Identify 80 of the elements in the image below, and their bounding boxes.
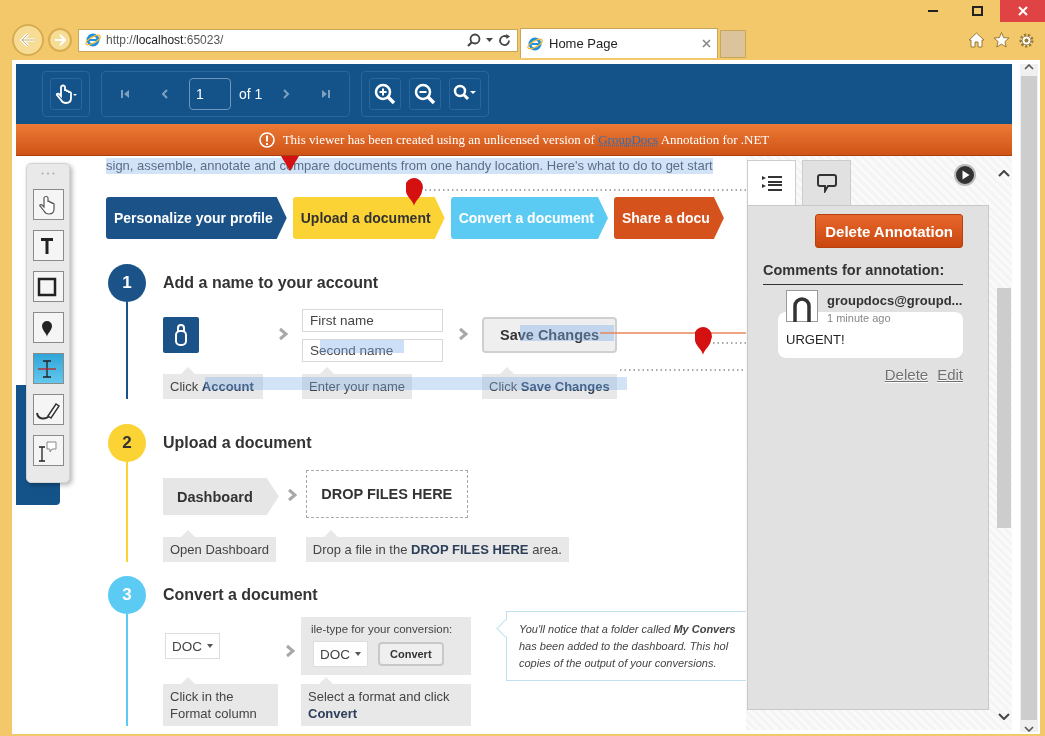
maximize-icon bbox=[972, 6, 983, 16]
step-number: 2 bbox=[108, 424, 146, 462]
point-tool-button[interactable] bbox=[32, 312, 64, 343]
pin-icon bbox=[695, 327, 712, 355]
section-title: Upload a document bbox=[163, 433, 313, 453]
caret-icon bbox=[486, 38, 493, 42]
note-text: You'll notice that a folder called My Convers has been added to the dashboard. This hol copies of the output of your conversions. bbox=[519, 622, 737, 671]
chevron-right-icon bbox=[277, 327, 288, 341]
settings-icon[interactable] bbox=[1018, 31, 1035, 49]
comment-author: groupdocs@groupd... bbox=[827, 293, 963, 308]
text-select-tool-button[interactable] bbox=[32, 353, 64, 384]
play-icon[interactable] bbox=[954, 164, 976, 186]
arrow-right-icon bbox=[54, 34, 66, 46]
section-title: Convert a document bbox=[163, 585, 319, 605]
scroll-down-icon bbox=[998, 713, 1010, 720]
list-icon bbox=[761, 175, 782, 191]
caption: Click Account bbox=[163, 367, 263, 399]
page-count: of 1 bbox=[239, 86, 263, 102]
comment-cursor-icon bbox=[36, 439, 60, 462]
text-comment-tool-button[interactable] bbox=[32, 435, 64, 466]
comment-action-link[interactable]: Delete bbox=[884, 366, 929, 383]
section-title: Add a name to your account bbox=[163, 273, 380, 293]
account-icon bbox=[163, 317, 199, 353]
banner-message: This viewer has been created using an unlicensed version of GroupDocs Annotation for .NET bbox=[282, 131, 770, 148]
panel-heading: ile-type for your conversion: bbox=[311, 623, 454, 635]
browser-logo-icon bbox=[85, 32, 101, 48]
skip-back-icon bbox=[118, 87, 132, 101]
drop-zone: DROP FILES HERE bbox=[305, 469, 468, 518]
search-icon bbox=[467, 33, 481, 47]
speech-bubble-icon bbox=[816, 173, 837, 193]
zoom-in-button[interactable] bbox=[369, 78, 402, 110]
chevron-right-icon bbox=[287, 488, 298, 502]
rectangle-tool-button[interactable] bbox=[32, 271, 64, 302]
zoom-menu-button[interactable] bbox=[449, 78, 482, 110]
minimize-icon bbox=[927, 10, 938, 12]
close-icon bbox=[702, 39, 711, 48]
caption: Click in the Format column bbox=[163, 677, 278, 726]
caption: Open Dashboard bbox=[163, 530, 276, 562]
zoom-out-button[interactable] bbox=[409, 78, 442, 110]
scroll-thumb[interactable] bbox=[997, 288, 1011, 528]
zoom-in-icon bbox=[374, 83, 397, 105]
caret-icon bbox=[355, 652, 361, 656]
dotted-line bbox=[712, 342, 746, 344]
zoom-out-icon bbox=[414, 83, 437, 105]
pan-button[interactable] bbox=[50, 78, 82, 110]
step-number: 3 bbox=[108, 576, 146, 614]
warning-icon bbox=[258, 131, 275, 148]
caption: Click Save Changes bbox=[482, 367, 617, 399]
browser-tab[interactable]: Home Page bbox=[520, 28, 718, 58]
hand-tool-button[interactable] bbox=[32, 189, 64, 220]
chevron-right-icon bbox=[284, 644, 295, 658]
comments-tab[interactable] bbox=[802, 160, 851, 205]
scroll-down-icon bbox=[1024, 726, 1034, 732]
comment-action-link[interactable]: Edit bbox=[937, 366, 963, 383]
close-icon bbox=[1017, 6, 1028, 16]
back-button[interactable] bbox=[12, 24, 44, 56]
scroll-up-icon bbox=[998, 170, 1010, 177]
caption: Enter your name bbox=[302, 367, 413, 399]
caption: Select a format and click Convert bbox=[301, 677, 471, 726]
outline-tab[interactable] bbox=[747, 160, 796, 205]
hand-icon bbox=[55, 84, 77, 104]
home-icon[interactable] bbox=[968, 32, 985, 48]
comments-heading: Comments for annotation: bbox=[763, 262, 963, 285]
scroll-up-icon bbox=[1024, 64, 1034, 70]
browser-logo-icon bbox=[527, 35, 543, 52]
page-number-field[interactable]: 1 bbox=[189, 78, 231, 110]
pin-icon bbox=[406, 178, 423, 206]
step-number: 1 bbox=[108, 264, 146, 302]
draw-tool-button[interactable] bbox=[32, 394, 64, 425]
text-tool-button[interactable] bbox=[32, 230, 64, 261]
comment-time: 1 minute ago bbox=[827, 312, 892, 324]
chevron-right-icon bbox=[457, 327, 468, 341]
caption: Drop a file in the DROP FILES HERE area. bbox=[305, 530, 569, 562]
caret-icon bbox=[207, 644, 213, 648]
delete-annotation-button[interactable]: Delete Annotation bbox=[815, 214, 963, 248]
star-icon[interactable] bbox=[993, 32, 1010, 48]
forward-button[interactable] bbox=[48, 28, 72, 52]
address-field[interactable]: http://localhost:65023/ bbox=[78, 28, 518, 52]
refresh-icon bbox=[498, 33, 511, 47]
arrow-left-icon bbox=[19, 32, 37, 48]
